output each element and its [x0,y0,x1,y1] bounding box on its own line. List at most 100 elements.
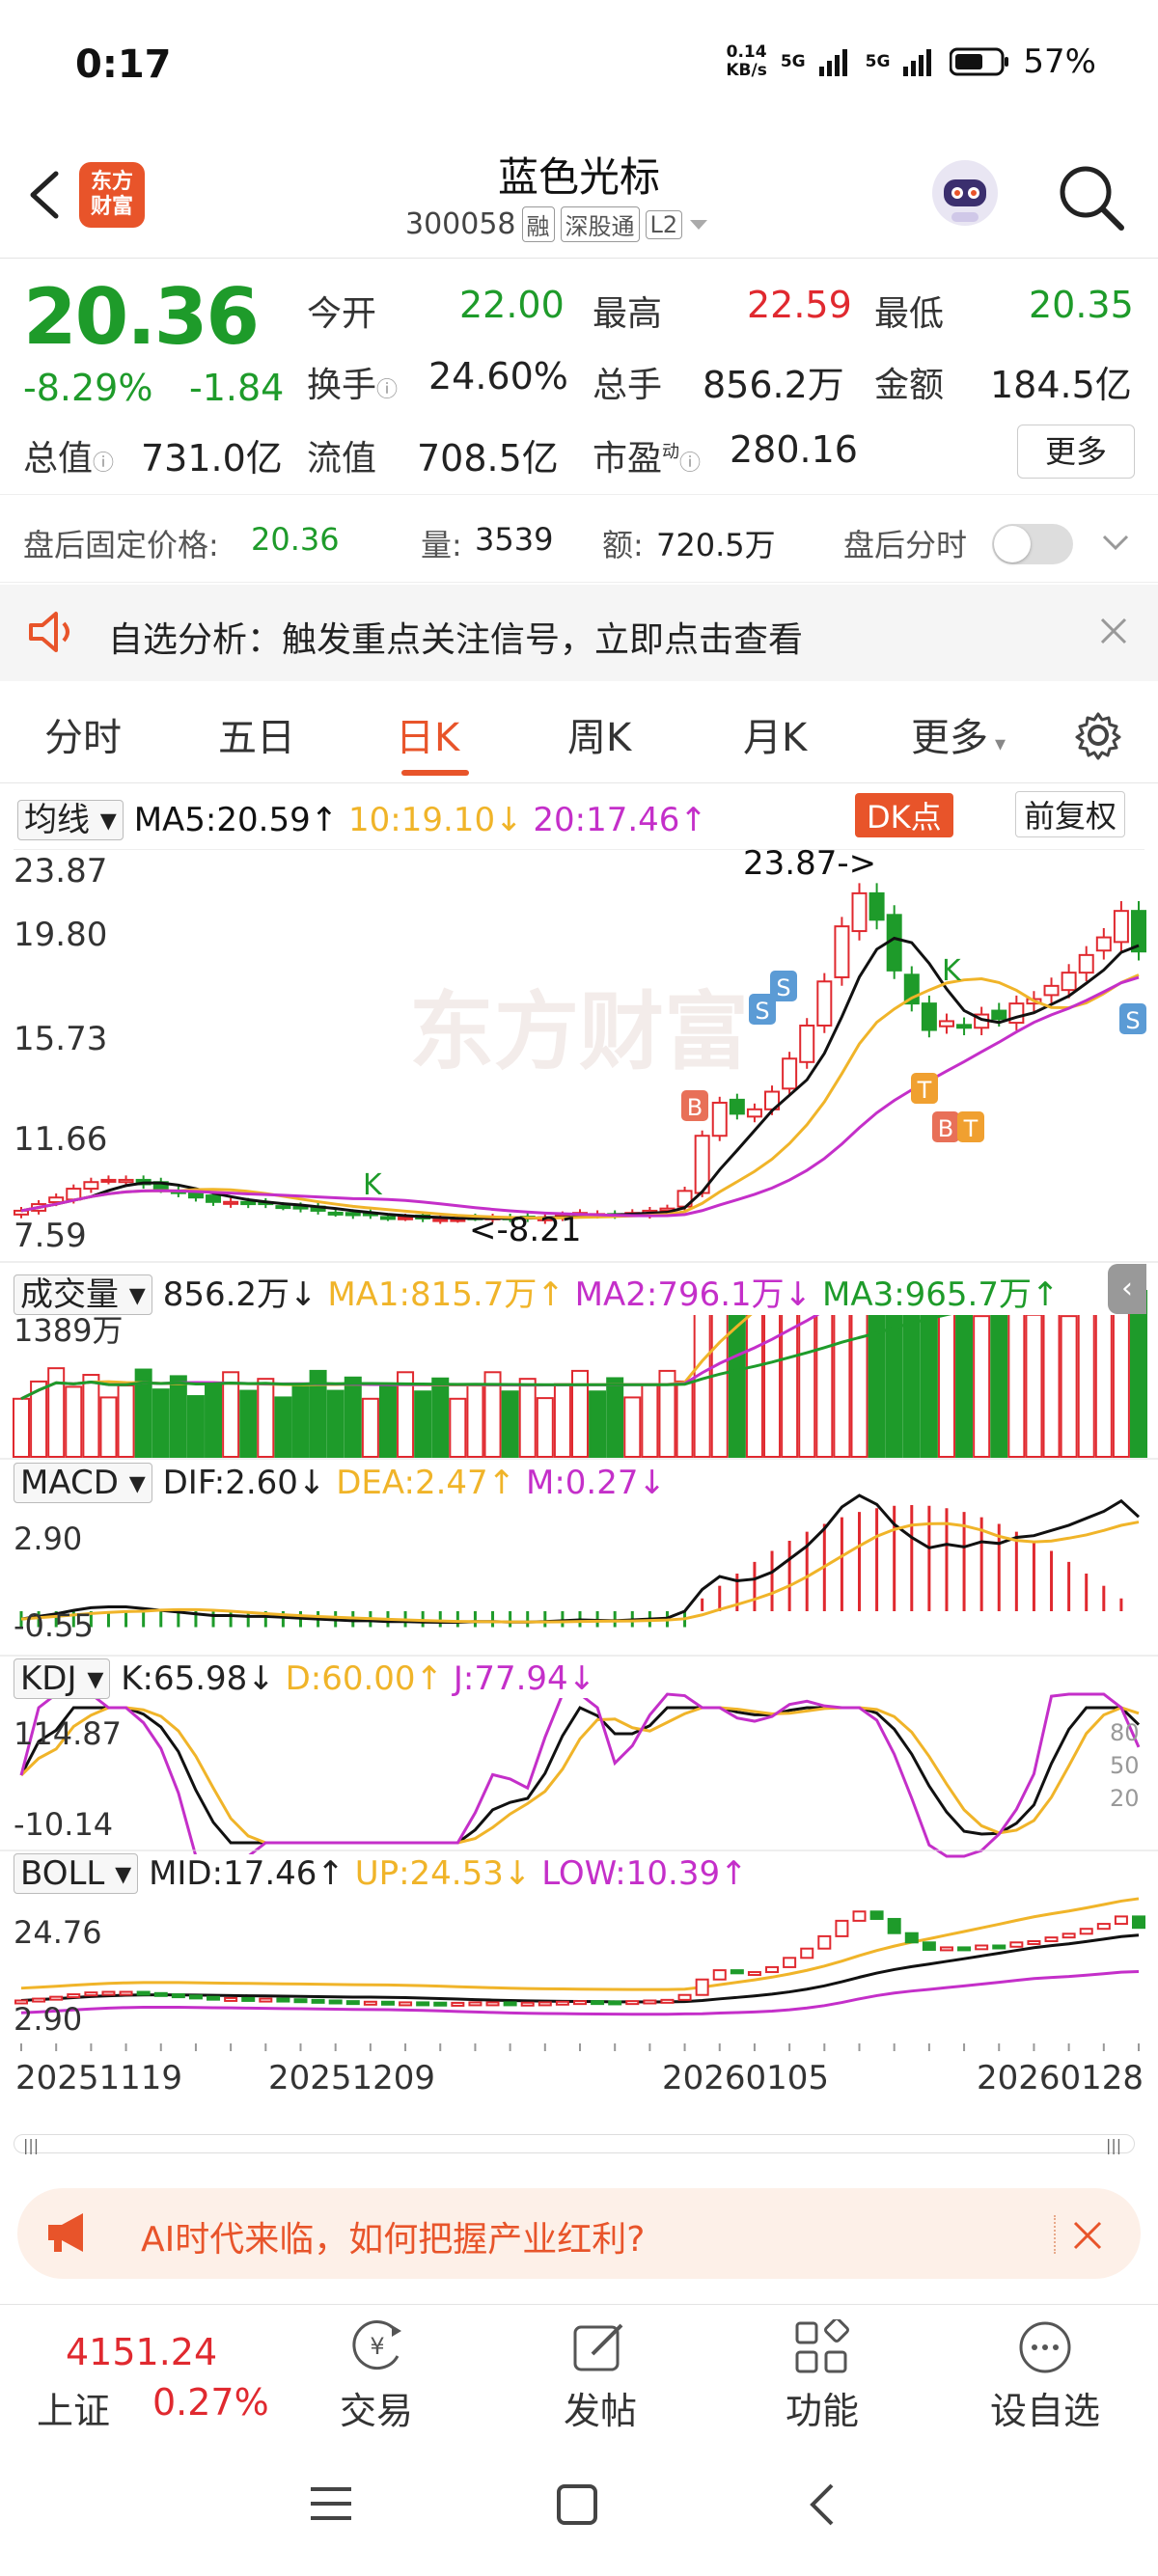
kdj-select[interactable]: KDJ ▾ [14,1658,111,1699]
boll-candle [817,1934,832,1950]
volume-bar [344,1376,362,1458]
functions-icon[interactable] [793,2319,851,2375]
boll-up-line [20,1897,1140,1991]
post-icon[interactable] [571,2319,627,2375]
boll-select[interactable]: BOLL ▾ [14,1853,139,1894]
volume-bar [553,1383,571,1458]
back-nav-icon[interactable] [807,2481,836,2528]
boll-y-top: 24.76 [14,1914,102,1951]
trade-label[interactable]: 交易 [328,2381,425,2434]
volume-bar [1025,1313,1043,1458]
boll-candle [101,1990,116,1996]
volume-bar [798,1302,816,1459]
candle-body [48,1196,65,1204]
boll-candle [591,2000,605,2006]
add-watchlist-label[interactable]: 设自选 [980,2381,1110,2434]
boll-candle [625,2000,640,2006]
volume-bar [518,1378,537,1458]
ma-legend-row: 均线 ▾ MA5:20.59↑ 10:19.10↓ 20:17.46↑ [17,793,707,840]
volume-bars [13,1290,1147,1459]
kdj-ref-50: 50 [1110,1752,1140,1779]
macd-y-bottom: -0.55 [14,1607,94,1644]
tab-weekly-k[interactable]: 周K [567,706,631,762]
index-value[interactable]: 4151.24 [66,2331,217,2373]
search-icon[interactable] [1054,160,1127,233]
volume-bar [955,1299,974,1458]
macd-dea-line [20,1521,1140,1624]
boll-candle [311,1998,325,2004]
index-name[interactable]: 上证 [37,2381,110,2434]
vol-ma2: MA2:796.1万↓ [574,1275,813,1314]
close-icon[interactable] [1098,616,1129,646]
tab-five-day[interactable]: 五日 [218,706,295,762]
candle-body [834,925,850,978]
chevron-down-icon[interactable] [1100,531,1131,554]
menu-icon[interactable] [309,2483,353,2524]
more-button[interactable]: 更多 [1017,425,1135,479]
candle-body [1095,936,1112,952]
gear-icon[interactable] [1073,710,1123,760]
dropdown-triangle-icon[interactable] [688,217,709,233]
volume-legend-row: 成交量 ▾ 856.2万↓ MA1:815.7万↑ MA2:796.1万↓ MA… [14,1268,1123,1315]
home-icon[interactable] [556,2483,598,2526]
index-pct[interactable]: 0.27% [152,2381,269,2424]
volume-label: 总手 [593,366,663,405]
boll-candle [1044,1936,1059,1943]
pe-label: 市盈动ⓘ [593,439,702,479]
volume-bar [763,1305,782,1458]
candle-body [991,1009,1007,1021]
volume-bar [117,1384,135,1458]
info-icon: ⓘ [679,452,702,476]
candle-body [187,1192,204,1199]
toggle-knob [994,526,1031,562]
more-dots-icon[interactable] [1017,2319,1073,2375]
tab-intraday[interactable]: 分时 [44,706,122,762]
y-label: 15.73 [14,1020,107,1058]
robot-assistant-icon[interactable] [928,154,1002,232]
kdj-legend-row: KDJ ▾ K:65.98↓ D:60.00↑ J:77.94↓ [14,1658,596,1699]
ma-select[interactable]: 均线 ▾ [17,800,124,840]
amount-label: 金额 [874,366,945,405]
volume-bar [781,1290,799,1458]
chart-scrollbar[interactable] [14,2134,1135,2153]
boll-candle [1062,1932,1076,1939]
active-tab-indicator [401,770,469,776]
tab-monthly-k[interactable]: 月K [743,706,807,762]
scroll-handle-left[interactable]: ||| [23,2136,39,2154]
functions-label[interactable]: 功能 [774,2381,870,2434]
after-vol-value: 3539 [475,521,554,558]
tag-connect: 深股通 [560,206,640,242]
macd-select[interactable]: MACD ▾ [14,1463,152,1503]
volume-select[interactable]: 成交量 ▾ [14,1274,152,1315]
volume-bar [973,1315,991,1459]
boll-candle [451,2001,465,2007]
volume-bar [902,1290,921,1458]
status-time: 0:17 [75,42,172,87]
tab-daily-k[interactable]: 日K [396,706,459,762]
boll-candle [643,1999,657,2005]
close-icon[interactable] [1071,2219,1104,2252]
candle-body [398,1216,414,1220]
scroll-handle-right[interactable]: ||| [1106,2136,1121,2154]
post-label[interactable]: 发帖 [552,2381,648,2434]
date-label: 20251209 [268,2059,436,2097]
vol-ma1: MA1:815.7万↑ [327,1275,565,1314]
volume-bar [885,1292,903,1459]
trade-icon[interactable]: ¥ [345,2317,409,2375]
volume-bar [920,1290,938,1458]
candle-body [100,1178,117,1183]
collapse-panel-button[interactable]: ‹ [1108,1264,1146,1314]
boll-candle [573,2000,587,2006]
macd-dif: DIF:2.60↓ [162,1464,326,1502]
candle-body [1131,910,1146,953]
dk-button[interactable]: DK点 [855,793,953,837]
date-label: 20251119 [15,2059,183,2097]
boll-candle [1096,1923,1111,1931]
tab-more[interactable]: 更多 ▾ [911,706,1006,762]
stock-code-row: 300058 融 深股通 L2 [405,206,709,242]
adjust-button[interactable]: 前复权 [1015,791,1126,837]
candle-body [711,1101,728,1137]
volume-bar [868,1290,886,1458]
turnover-value: 24.60% [428,355,568,397]
boll-candle [259,1997,273,2003]
